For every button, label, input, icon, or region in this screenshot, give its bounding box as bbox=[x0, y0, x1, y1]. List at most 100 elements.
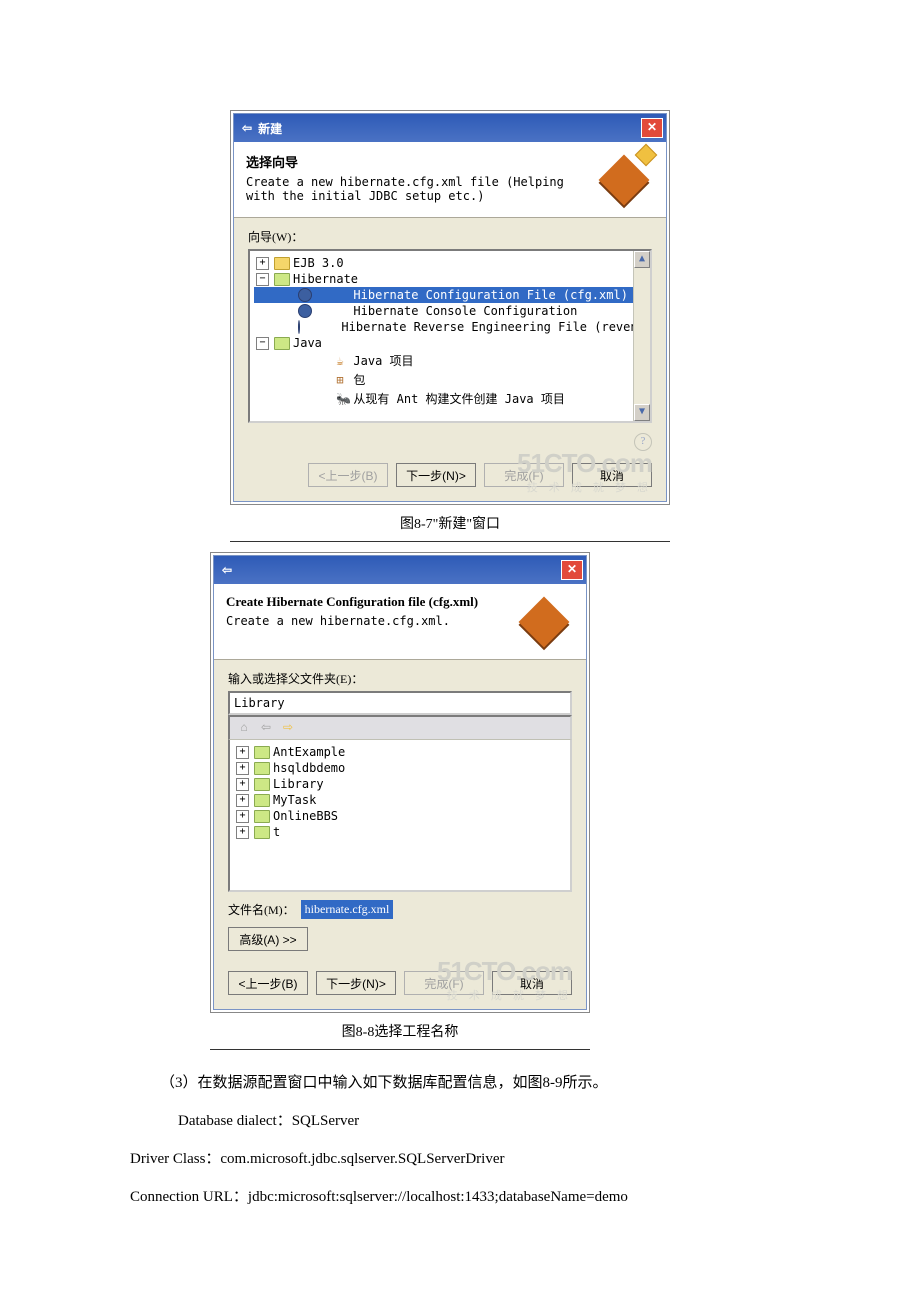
figure-8-7: ⇦ 新建 ✕ 选择向导 Create a new hibernate.cfg.x… bbox=[230, 110, 670, 505]
tree-item-antexample[interactable]: + AntExample bbox=[234, 744, 566, 760]
help-icon[interactable]: ? bbox=[634, 433, 652, 451]
wizard-heading: Create Hibernate Configuration file (cfg… bbox=[226, 594, 478, 610]
folder-icon bbox=[254, 810, 270, 823]
tree-label: 从现有 Ant 构建文件创建 Java 项目 bbox=[315, 390, 565, 407]
tree-item-ant[interactable]: 🐜 从现有 Ant 构建文件创建 Java 项目 bbox=[254, 389, 646, 408]
wizard-heading: 选择向导 bbox=[246, 152, 594, 171]
tree-item-hib-reveng[interactable]: Hibernate Reverse Engineering File (reve… bbox=[254, 319, 646, 335]
minus-icon[interactable]: − bbox=[256, 273, 269, 286]
tree-label: Hibernate Console Configuration bbox=[315, 304, 577, 318]
tree-label: MyTask bbox=[273, 793, 316, 807]
tree-item-hib-cfg[interactable]: Hibernate Configuration File (cfg.xml) bbox=[254, 287, 646, 303]
figure-8-8: ⇦ ✕ Create Hibernate Configuration file … bbox=[210, 552, 590, 1013]
close-icon[interactable]: ✕ bbox=[641, 118, 663, 138]
new-wizard-dialog: ⇦ 新建 ✕ 选择向导 Create a new hibernate.cfg.x… bbox=[233, 113, 667, 502]
tree-item-ejb[interactable]: + EJB 3.0 bbox=[254, 255, 646, 271]
file-name-value[interactable]: hibernate.cfg.xml bbox=[301, 900, 394, 919]
scrollbar[interactable]: ▲ ▼ bbox=[633, 251, 650, 421]
tree-item-onlinebbs[interactable]: + OnlineBBS bbox=[234, 808, 566, 824]
config-file-icon bbox=[298, 304, 312, 318]
parent-folder-label: 输入或选择父文件夹(E)： bbox=[228, 670, 572, 687]
tree-item-t[interactable]: + t bbox=[234, 824, 566, 840]
plus-icon[interactable]: + bbox=[236, 810, 249, 823]
plus-icon[interactable]: + bbox=[256, 257, 269, 270]
tree-item-package[interactable]: ⊞ 包 bbox=[254, 370, 646, 389]
wizard-desc: Create a new hibernate.cfg.xml file (Hel… bbox=[246, 175, 594, 203]
app-icon: ⇦ bbox=[222, 563, 232, 578]
db-dialect-line: Database dialect：SQLServer bbox=[130, 1106, 790, 1136]
figure-caption-8-8: 图8-8选择工程名称 bbox=[210, 1013, 590, 1050]
folder-icon bbox=[254, 762, 270, 775]
prev-button: <上一步(B) bbox=[308, 463, 388, 487]
hibernate-cfg-dialog: ⇦ ✕ Create Hibernate Configuration file … bbox=[213, 555, 587, 1010]
tree-label: t bbox=[273, 825, 280, 839]
package-icon: ⊞ bbox=[298, 373, 312, 387]
project-tree[interactable]: + AntExample + hsqldbdemo + bbox=[228, 740, 572, 892]
wizard-cube-icon bbox=[594, 152, 654, 207]
plus-icon[interactable]: + bbox=[236, 746, 249, 759]
cancel-button[interactable]: 取消 bbox=[492, 971, 572, 995]
tree-label: Library bbox=[273, 777, 324, 791]
titlebar: ⇦ ✕ bbox=[214, 556, 586, 584]
prev-button[interactable]: <上一步(B) bbox=[228, 971, 308, 995]
cancel-button[interactable]: 取消 bbox=[572, 463, 652, 487]
tree-label: Java bbox=[293, 336, 322, 350]
titlebar: ⇦ 新建 ✕ bbox=[234, 114, 666, 142]
back-icon[interactable]: ⇦ bbox=[258, 720, 274, 736]
plus-icon[interactable]: + bbox=[236, 826, 249, 839]
folder-icon bbox=[254, 746, 270, 759]
tree-label: Hibernate bbox=[293, 272, 358, 286]
folder-icon bbox=[254, 794, 270, 807]
tree-item-java[interactable]: − Java bbox=[254, 335, 646, 351]
wizard-desc: Create a new hibernate.cfg.xml. bbox=[226, 614, 478, 628]
file-name-row: 文件名(M)： hibernate.cfg.xml bbox=[214, 892, 586, 921]
close-icon[interactable]: ✕ bbox=[561, 560, 583, 580]
wizard-cube-icon bbox=[514, 594, 574, 649]
parent-folder-input[interactable] bbox=[228, 691, 572, 715]
finish-button: 完成(F) bbox=[484, 463, 564, 487]
tree-label: AntExample bbox=[273, 745, 345, 759]
next-button[interactable]: 下一步(N)> bbox=[396, 463, 476, 487]
tree-label: Hibernate Reverse Engineering File (reve… bbox=[303, 320, 652, 334]
folder-open-icon bbox=[274, 337, 290, 350]
config-file-icon bbox=[298, 288, 312, 302]
config-file-icon bbox=[298, 320, 300, 334]
connection-url-line: Connection URL：jdbc:microsoft:sqlserver:… bbox=[130, 1182, 790, 1212]
tree-label: hsqldbdemo bbox=[273, 761, 345, 775]
wizard-header: Create Hibernate Configuration file (cfg… bbox=[214, 584, 586, 660]
tree-label: EJB 3.0 bbox=[293, 256, 344, 270]
wizard-header: 选择向导 Create a new hibernate.cfg.xml file… bbox=[234, 142, 666, 218]
scroll-down-icon[interactable]: ▼ bbox=[634, 404, 650, 421]
advanced-button[interactable]: 高级(A) >> bbox=[228, 927, 308, 951]
plus-icon[interactable]: + bbox=[236, 778, 249, 791]
folder-icon bbox=[274, 257, 290, 270]
tree-item-hsqldb[interactable]: + hsqldbdemo bbox=[234, 760, 566, 776]
wizard-tree[interactable]: + EJB 3.0 − Hibernate Hib bbox=[248, 249, 652, 423]
folder-icon bbox=[254, 826, 270, 839]
minus-icon[interactable]: − bbox=[256, 337, 269, 350]
nav-toolbar: ⌂ ⇦ ⇨ bbox=[228, 715, 572, 740]
next-button[interactable]: 下一步(N)> bbox=[316, 971, 396, 995]
plus-icon[interactable]: + bbox=[236, 762, 249, 775]
window-title: 新建 bbox=[258, 120, 282, 137]
tree-item-hib-console[interactable]: Hibernate Console Configuration bbox=[254, 303, 646, 319]
home-icon[interactable]: ⌂ bbox=[236, 720, 252, 736]
driver-class-line: Driver Class：com.microsoft.jdbc.sqlserve… bbox=[130, 1144, 790, 1174]
tree-item-mytask[interactable]: + MyTask bbox=[234, 792, 566, 808]
scroll-up-icon[interactable]: ▲ bbox=[634, 251, 650, 268]
java-project-icon: ☕ bbox=[298, 354, 312, 368]
tree-label: 向导(W)： bbox=[248, 228, 652, 245]
plus-icon[interactable]: + bbox=[236, 794, 249, 807]
forward-icon[interactable]: ⇨ bbox=[280, 720, 296, 736]
tree-item-java-proj[interactable]: ☕ Java 项目 bbox=[254, 351, 646, 370]
tree-item-library[interactable]: + Library bbox=[234, 776, 566, 792]
tree-label: Hibernate Configuration File (cfg.xml) bbox=[315, 288, 628, 302]
file-name-label: 文件名(M)： bbox=[228, 901, 295, 918]
paragraph-3: （3）在数据源配置窗口中输入如下数据库配置信息，如图8-9所示。 bbox=[130, 1068, 790, 1098]
finish-button: 完成(F) bbox=[404, 971, 484, 995]
tree-label: 包 bbox=[315, 371, 365, 388]
folder-open-icon bbox=[274, 273, 290, 286]
folder-icon bbox=[254, 778, 270, 791]
tree-item-hibernate[interactable]: − Hibernate bbox=[254, 271, 646, 287]
figure-caption-8-7: 图8-7"新建"窗口 bbox=[230, 505, 670, 542]
